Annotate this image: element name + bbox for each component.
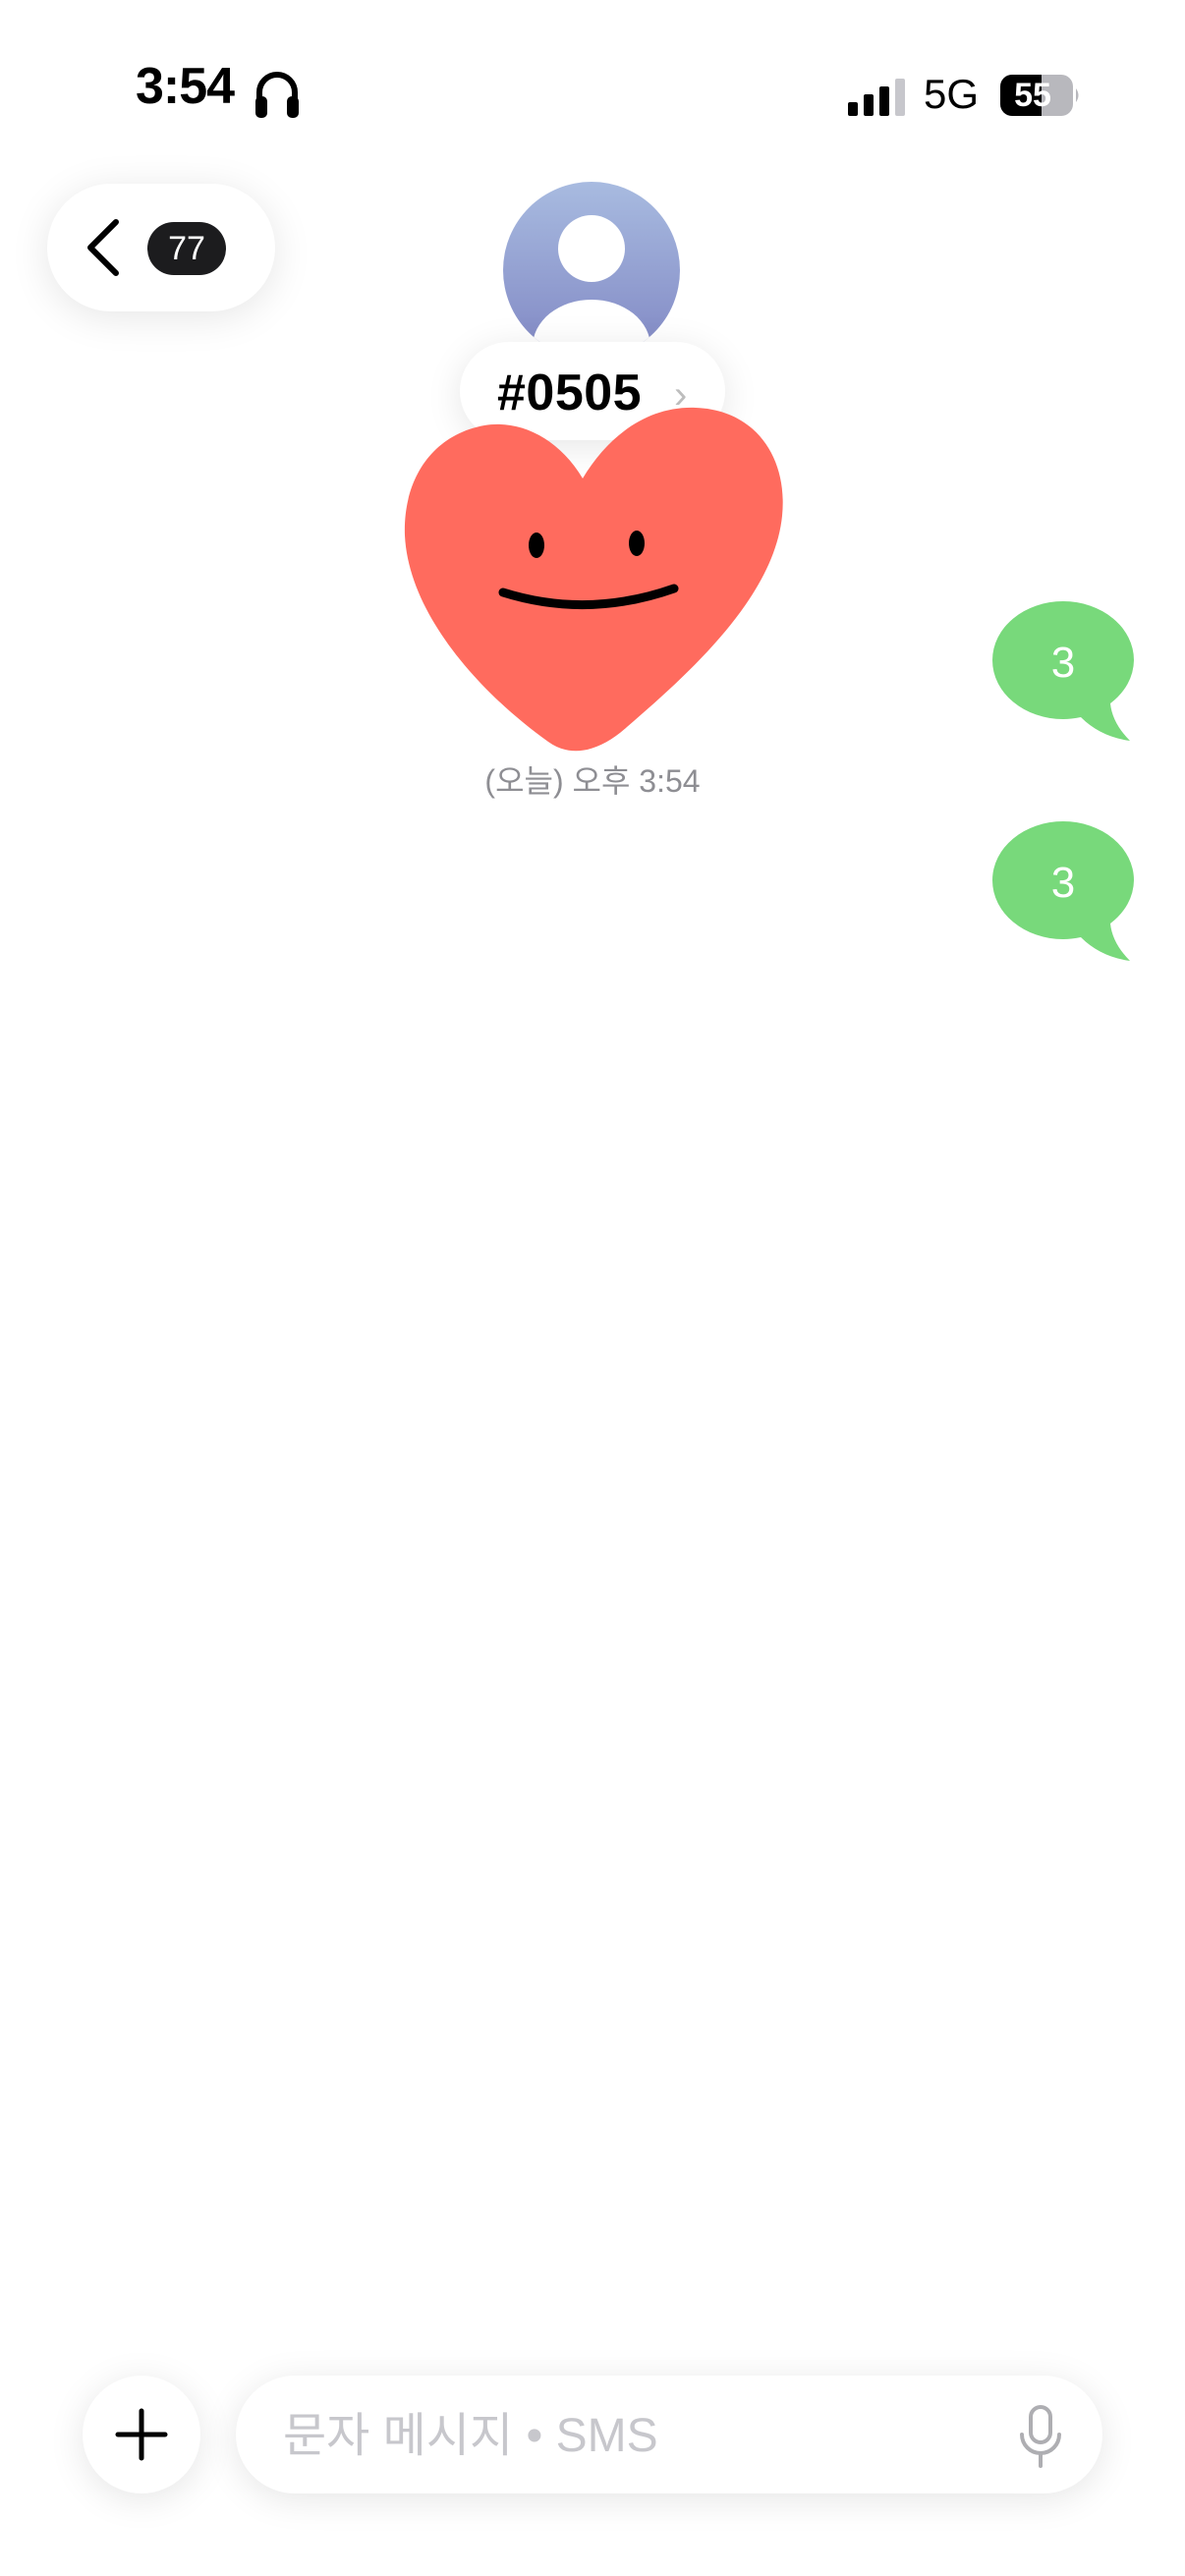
network-type: 5G [924, 71, 980, 117]
signal-icon [848, 79, 905, 116]
smiling-heart-sticker[interactable] [401, 398, 784, 752]
message-text: 3 [1050, 639, 1076, 687]
message-timestamp: (오늘) 오후 3:54 [484, 763, 701, 799]
status-time: 3:54 [136, 58, 235, 115]
message-input-placeholder[interactable]: 문자 메시지 • SMS [283, 2411, 658, 2462]
battery-level: 55 [1014, 77, 1051, 114]
plus-icon[interactable] [114, 2407, 169, 2462]
headphones-icon [255, 72, 299, 118]
microphone-icon[interactable] [1018, 2405, 1063, 2470]
message-text: 3 [1050, 859, 1076, 907]
contact-avatar[interactable] [503, 182, 680, 359]
unread-count-badge: 77 [147, 222, 226, 275]
chevron-left-icon[interactable] [83, 218, 124, 277]
